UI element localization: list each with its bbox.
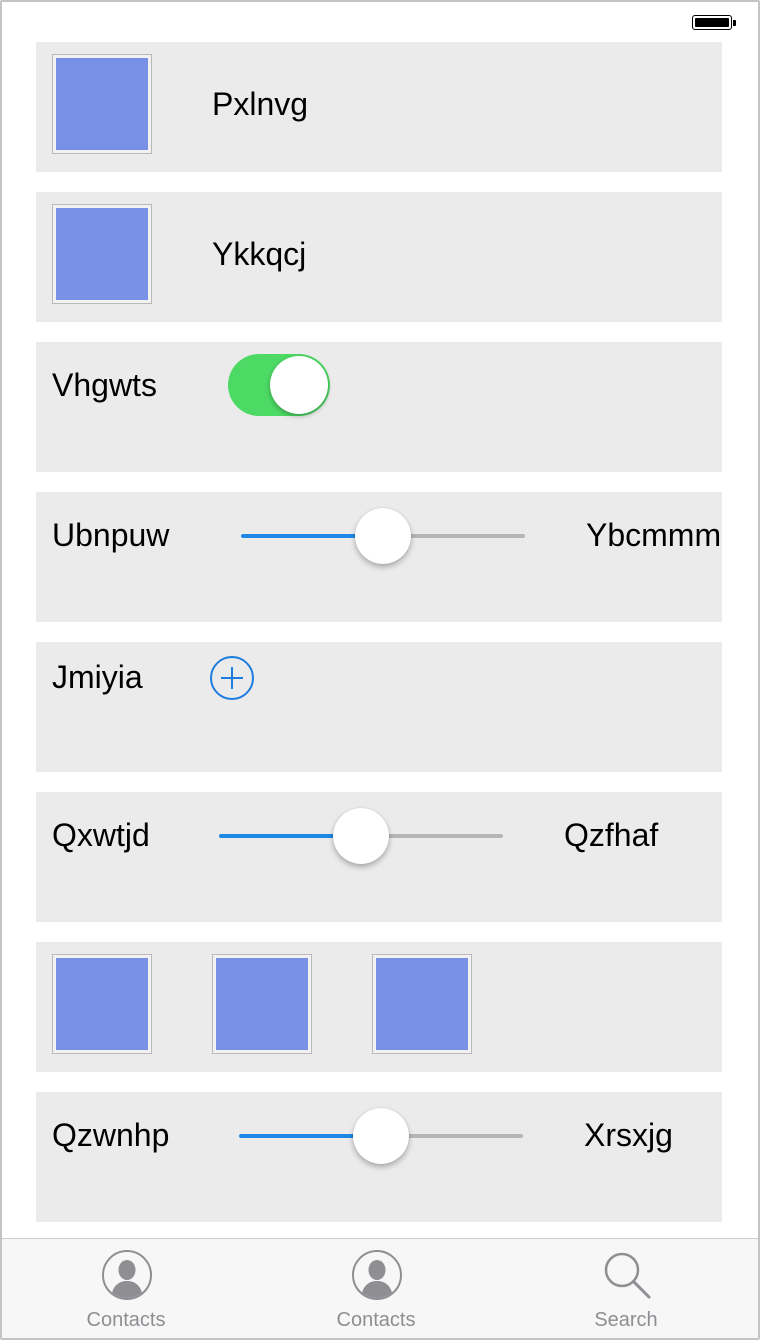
qzwnhp-slider[interactable]: [239, 1106, 523, 1166]
app-frame: Pxlnvg Ykkqcj Vhgwts Ubnpuw Ybcmmm Jmiyi…: [0, 0, 760, 1340]
vhgwts-switch[interactable]: [228, 354, 330, 416]
tab-search[interactable]: Search: [536, 1239, 716, 1338]
image-thumbnail[interactable]: [372, 954, 472, 1054]
list-item: Qzwnhp Xrsxjg: [36, 1092, 722, 1222]
contacts-icon: [102, 1250, 152, 1300]
slider-label: Qxwtjd: [52, 817, 150, 853]
tab-label: Search: [594, 1309, 658, 1331]
list-item: Ykkqcj: [36, 192, 722, 322]
slider-value-label: Ybcmmm: [586, 517, 722, 553]
row-label: Pxlnvg: [212, 86, 309, 122]
image-thumbnail[interactable]: [52, 204, 152, 304]
slider-thumb[interactable]: [355, 508, 411, 564]
list-item: [36, 942, 722, 1072]
slider-thumb[interactable]: [353, 1108, 409, 1164]
add-label: Jmiyia: [52, 659, 143, 695]
slider-label: Qzwnhp: [52, 1117, 170, 1153]
image-thumbnail[interactable]: [52, 954, 152, 1054]
add-icon[interactable]: [210, 656, 254, 700]
list-item: Ubnpuw Ybcmmm: [36, 492, 722, 622]
tab-contacts-1[interactable]: Contacts: [36, 1239, 216, 1338]
search-icon: [604, 1252, 651, 1299]
battery-icon: [692, 15, 736, 32]
toggle-label: Vhgwts: [52, 367, 157, 403]
tab-contacts-2[interactable]: Contacts: [286, 1239, 466, 1338]
list-item: Qxwtjd Qzfhaf: [36, 792, 722, 922]
image-thumbnail[interactable]: [52, 54, 152, 154]
tab-label: Contacts: [86, 1309, 166, 1331]
slider-label: Ubnpuw: [52, 517, 170, 553]
qxwtjd-slider[interactable]: [219, 806, 503, 866]
list-item: Vhgwts: [36, 342, 722, 472]
contacts-icon: [352, 1250, 402, 1300]
tab-bar: Contacts Contacts Search: [2, 1238, 758, 1338]
slider-value-label: Xrsxjg: [584, 1117, 673, 1153]
slider-value-label: Qzfhaf: [564, 817, 659, 853]
row-label: Ykkqcj: [212, 236, 307, 272]
list-item: Jmiyia: [36, 642, 722, 772]
image-thumbnail[interactable]: [212, 954, 312, 1054]
list-item: Pxlnvg: [36, 42, 722, 172]
ubnpuw-slider[interactable]: [241, 506, 525, 566]
tab-label: Contacts: [336, 1309, 416, 1331]
slider-thumb[interactable]: [333, 808, 389, 864]
